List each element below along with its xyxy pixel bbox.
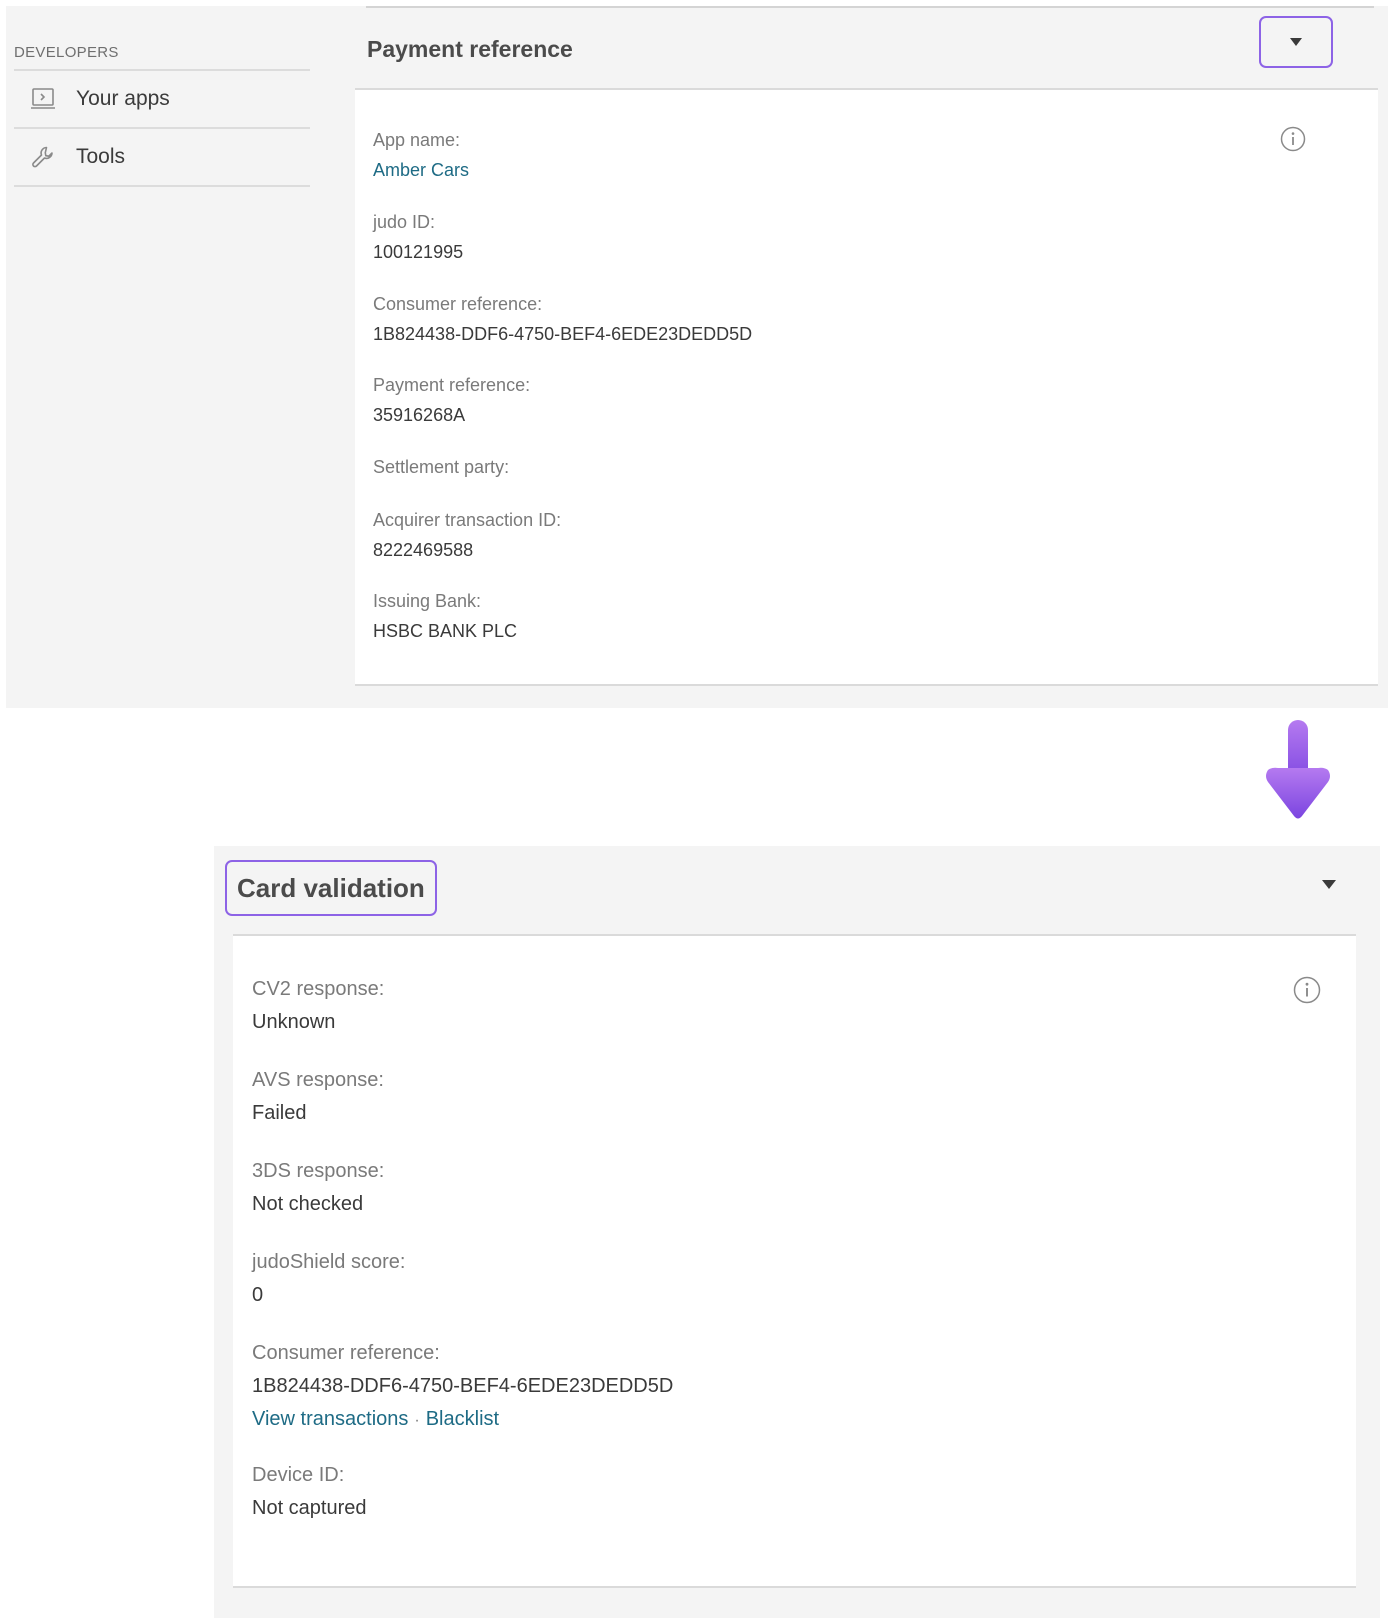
field-device-id: Device ID: Not captured <box>252 1464 367 1520</box>
field-value: 1B824438-DDF6-4750-BEF4-6EDE23DEDD5D <box>252 1375 674 1397</box>
field-value: 1B824438-DDF6-4750-BEF4-6EDE23DEDD5D <box>373 324 753 344</box>
card-validation-details: CV2 response: Unknown AVS response: Fail… <box>233 934 1356 1588</box>
field-label: judoShield score: <box>252 1251 406 1273</box>
consumer-actions: View transactions · Blacklist <box>252 1408 673 1431</box>
expand-toggle-button[interactable] <box>1292 858 1366 910</box>
field-settlement-party: Settlement party: <box>373 457 509 478</box>
field-consumer-reference: Consumer reference: 1B824438-DDF6-4750-B… <box>252 1342 673 1431</box>
field-judoshield-score: judoShield score: 0 <box>252 1251 405 1307</box>
field-consumer-reference: Consumer reference: 1B824438-DDF6-4750-B… <box>373 294 752 345</box>
sidebar-heading: DEVELOPERS <box>14 44 310 71</box>
wrench-icon <box>30 144 56 170</box>
field-label: Payment reference: <box>373 375 531 395</box>
payment-reference-section: DEVELOPERS Your apps Tools Payment refer… <box>6 6 1388 708</box>
caret-down-icon <box>1290 38 1302 46</box>
field-label: Consumer reference: <box>373 294 543 314</box>
field-label: AVS response: <box>252 1069 384 1091</box>
field-app-name: App name: Amber Cars <box>373 130 469 181</box>
sidebar-item-label: Your apps <box>76 87 170 110</box>
down-arrow-icon <box>1262 718 1334 829</box>
field-issuing-bank: Issuing Bank: HSBC BANK PLC <box>373 591 517 642</box>
sidebar-item-label: Tools <box>76 145 126 168</box>
info-icon[interactable] <box>1293 976 1321 1004</box>
field-label: Consumer reference: <box>252 1342 440 1364</box>
field-label: Issuing Bank: <box>373 591 482 611</box>
divider <box>366 6 1374 8</box>
field-label: 3DS response: <box>252 1160 385 1182</box>
expand-toggle-button[interactable] <box>1259 16 1333 68</box>
caret-down-icon <box>1322 879 1336 889</box>
field-payment-reference: Payment reference: 35916268A <box>373 375 530 426</box>
app-name-link[interactable]: Amber Cars <box>373 160 469 181</box>
field-value: Failed <box>252 1102 307 1124</box>
panel-title: Card validation <box>225 860 437 916</box>
laptop-icon <box>30 86 56 112</box>
field-label: Settlement party: <box>373 457 510 477</box>
payment-details-card: App name: Amber Cars judo ID: 100121995 … <box>355 88 1378 686</box>
field-value: Unknown <box>252 1011 336 1033</box>
info-icon[interactable] <box>1280 126 1306 152</box>
field-label: judo ID: <box>373 212 436 232</box>
field-acquirer-transaction-id: Acquirer transaction ID: 8222469588 <box>373 510 561 561</box>
field-value: 35916268A <box>373 405 466 425</box>
link-separator: · <box>414 1412 420 1429</box>
panel-title: Payment reference <box>367 36 573 62</box>
field-label: CV2 response: <box>252 978 385 1000</box>
field-label: Acquirer transaction ID: <box>373 510 562 530</box>
card-validation-section: Card validation CV2 response: Unknown AV… <box>214 846 1380 1618</box>
field-value: 100121995 <box>373 242 464 262</box>
field-value: HSBC BANK PLC <box>373 621 518 641</box>
field-label: App name: <box>373 130 461 150</box>
sidebar-item-tools[interactable]: Tools <box>14 129 310 187</box>
blacklist-link[interactable]: Blacklist <box>426 1408 499 1430</box>
field-cv2-response: CV2 response: Unknown <box>252 978 384 1034</box>
field-value: Not captured <box>252 1497 367 1519</box>
field-label: Device ID: <box>252 1464 345 1486</box>
field-value: 8222469588 <box>373 540 474 560</box>
field-value: Not checked <box>252 1193 364 1215</box>
field-judo-id: judo ID: 100121995 <box>373 212 463 263</box>
view-transactions-link[interactable]: View transactions <box>252 1408 408 1430</box>
sidebar-item-your-apps[interactable]: Your apps <box>14 71 310 129</box>
field-value: 0 <box>252 1284 264 1306</box>
field-avs-response: AVS response: Failed <box>252 1069 384 1125</box>
field-3ds-response: 3DS response: Not checked <box>252 1160 384 1216</box>
sidebar: DEVELOPERS Your apps Tools <box>14 44 310 187</box>
